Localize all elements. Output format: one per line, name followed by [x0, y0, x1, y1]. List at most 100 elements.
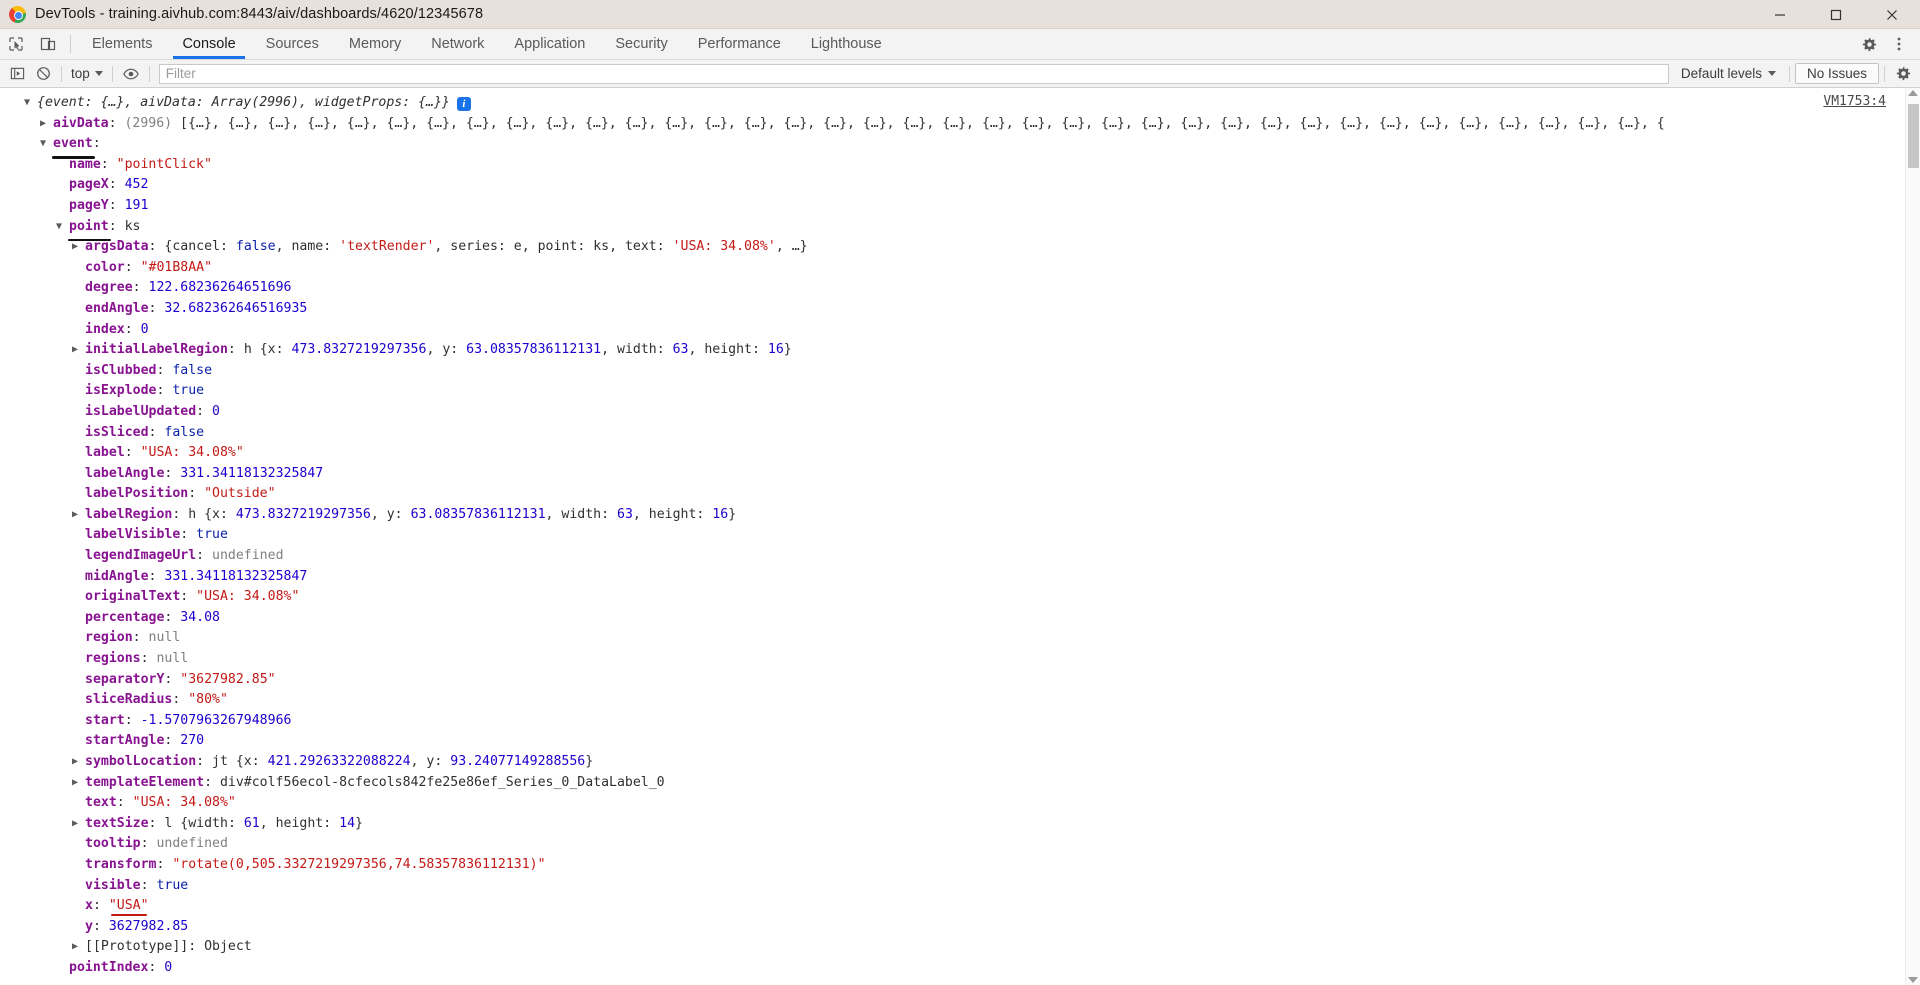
issues-button[interactable]: No Issues [1794, 63, 1879, 84]
console-log-line[interactable]: region: null [0, 628, 1920, 649]
triangle-down-icon[interactable] [24, 93, 37, 114]
gear-icon[interactable] [1854, 29, 1884, 59]
console-log-line[interactable]: initialLabelRegion: h {x: 473.8327219297… [0, 340, 1920, 361]
console-log-line[interactable]: originalText: "USA: 34.08%" [0, 587, 1920, 608]
console-output-panel[interactable]: VM1753:4 {event: {…}, aivData: Array(299… [0, 88, 1920, 985]
console-log-line[interactable]: isSliced: false [0, 423, 1920, 444]
maximize-button[interactable] [1808, 0, 1864, 29]
tab-sources[interactable]: Sources [251, 29, 334, 59]
execution-context-selector[interactable]: top [67, 66, 107, 81]
console-log-line[interactable]: text: "USA: 34.08%" [0, 793, 1920, 814]
tab-security[interactable]: Security [600, 29, 682, 59]
tab-elements[interactable]: Elements [77, 29, 167, 59]
more-vertical-icon[interactable] [1884, 29, 1914, 59]
log-token: : [108, 197, 125, 213]
scroll-up-arrow-icon[interactable] [1908, 90, 1918, 96]
gear-icon[interactable] [1890, 62, 1916, 86]
clear-console-icon[interactable] [30, 62, 56, 86]
tab-lighthouse[interactable]: Lighthouse [796, 29, 897, 59]
console-log-line[interactable]: transform: "rotate(0,505.3327219297356,7… [0, 855, 1920, 876]
console-log-line[interactable]: endAngle: 32.682362646516935 [0, 299, 1920, 320]
triangle-down-icon[interactable] [40, 134, 53, 155]
log-levels-selector[interactable]: Default levels [1673, 66, 1784, 81]
log-token: {cancel: [164, 239, 236, 255]
console-log-line[interactable]: startAngle: 270 [0, 731, 1920, 752]
console-log-line[interactable]: index: 0 [0, 320, 1920, 341]
console-log-line[interactable]: isLabelUpdated: 0 [0, 402, 1920, 423]
object-key: labelAngle [85, 465, 165, 481]
tab-memory[interactable]: Memory [334, 29, 416, 59]
inspect-element-icon[interactable] [0, 29, 32, 59]
console-log-line[interactable]: labelAngle: 331.34118132325847 [0, 464, 1920, 485]
device-toolbar-icon[interactable] [32, 29, 64, 59]
scroll-down-arrow-icon[interactable] [1908, 977, 1918, 983]
console-log-line[interactable]: visible: true [0, 876, 1920, 897]
log-token: 0 [164, 959, 173, 975]
console-log-line[interactable]: y: 3627982.85 [0, 917, 1920, 938]
triangle-right-icon[interactable] [72, 505, 85, 526]
console-log-line[interactable]: start: -1.5707963267948966 [0, 711, 1920, 732]
console-log-line[interactable]: labelVisible: true [0, 525, 1920, 546]
triangle-right-icon[interactable] [72, 814, 85, 835]
tab-console[interactable]: Console [167, 29, 250, 59]
console-log-line[interactable]: labelPosition: "Outside" [0, 484, 1920, 505]
console-log-line[interactable]: legendImageUrl: undefined [0, 546, 1920, 567]
scrollbar-thumb[interactable] [1908, 104, 1919, 168]
console-log-line[interactable]: argsData: {cancel: false, name: 'textRen… [0, 237, 1920, 258]
triangle-right-icon[interactable] [72, 937, 85, 958]
console-log-line[interactable]: event: [0, 134, 1920, 159]
console-scrollbar[interactable] [1905, 88, 1920, 985]
tab-application[interactable]: Application [499, 29, 600, 59]
log-token: , series: e, point: ks, text: [434, 239, 673, 255]
console-log-line[interactable]: {event: {…}, aivData: Array(2996), widge… [0, 93, 1920, 114]
tab-performance[interactable]: Performance [683, 29, 796, 59]
console-log-line[interactable]: name: "pointClick" [0, 155, 1920, 176]
console-sidebar-icon[interactable] [4, 62, 30, 86]
log-token: null [148, 630, 181, 646]
log-token: , name: [275, 239, 340, 255]
log-token: "USA: 34.08%" [196, 589, 300, 605]
console-log-line[interactable]: label: "USA: 34.08%" [0, 443, 1920, 464]
console-log-line[interactable]: templateElement: div#colf56ecol-8cfecols… [0, 773, 1920, 794]
console-log-line[interactable]: tooltip: undefined [0, 834, 1920, 855]
object-key: sliceRadius [85, 692, 173, 708]
triangle-right-icon[interactable] [72, 752, 85, 773]
console-log-line[interactable]: regions: null [0, 649, 1920, 670]
log-token: [{…}, {…}, {…}, {…}, {…}, {…}, {…}, {…},… [180, 115, 1665, 131]
triangle-right-icon[interactable] [40, 114, 53, 135]
log-token: false [164, 424, 205, 440]
object-key: x [85, 898, 93, 914]
tab-network[interactable]: Network [416, 29, 499, 59]
info-badge-icon[interactable]: i [456, 97, 471, 111]
console-log-line[interactable]: pageY: 191 [0, 196, 1920, 217]
console-log-line[interactable]: point: ks [0, 217, 1920, 241]
log-token: , …} [775, 239, 808, 255]
console-log-line[interactable]: midAngle: 331.34118132325847 [0, 567, 1920, 588]
console-log-line[interactable]: pointIndex: 0 [0, 958, 1920, 979]
console-log-line[interactable]: pageX: 452 [0, 175, 1920, 196]
triangle-down-icon[interactable] [56, 217, 69, 238]
console-log-line[interactable]: percentage: 34.08 [0, 608, 1920, 629]
console-log-line[interactable]: labelRegion: h {x: 473.8327219297356, y:… [0, 505, 1920, 526]
console-log-line[interactable]: isExplode: true [0, 381, 1920, 402]
live-expression-eye-icon[interactable] [118, 62, 144, 86]
console-log-line[interactable]: symbolLocation: jt {x: 421.2926332208822… [0, 752, 1920, 773]
console-log-line[interactable]: x: "USA" [0, 896, 1920, 917]
minimize-button[interactable] [1752, 0, 1808, 29]
console-log-line[interactable]: [[Prototype]]: Object [0, 937, 1920, 958]
console-log-line[interactable]: sliceRadius: "80%" [0, 690, 1920, 711]
console-log-line[interactable]: separatorY: "3627982.85" [0, 670, 1920, 691]
console-log-line[interactable]: aivData: (2996) [{…}, {…}, {…}, {…}, {…}… [0, 114, 1920, 135]
close-button[interactable] [1864, 0, 1920, 29]
log-token: : [124, 712, 141, 728]
toolbar-divider [70, 35, 71, 53]
console-log-line[interactable]: isClubbed: false [0, 361, 1920, 382]
source-location-link[interactable]: VM1753:4 [1823, 92, 1886, 113]
triangle-right-icon[interactable] [72, 237, 85, 258]
triangle-right-icon[interactable] [72, 340, 85, 361]
search-input[interactable] [158, 63, 1669, 84]
console-log-line[interactable]: textSize: l {width: 61, height: 14} [0, 814, 1920, 835]
console-log-line[interactable]: degree: 122.68236264651696 [0, 278, 1920, 299]
console-log-line[interactable]: color: "#01B8AA" [0, 258, 1920, 279]
triangle-right-icon[interactable] [72, 773, 85, 794]
